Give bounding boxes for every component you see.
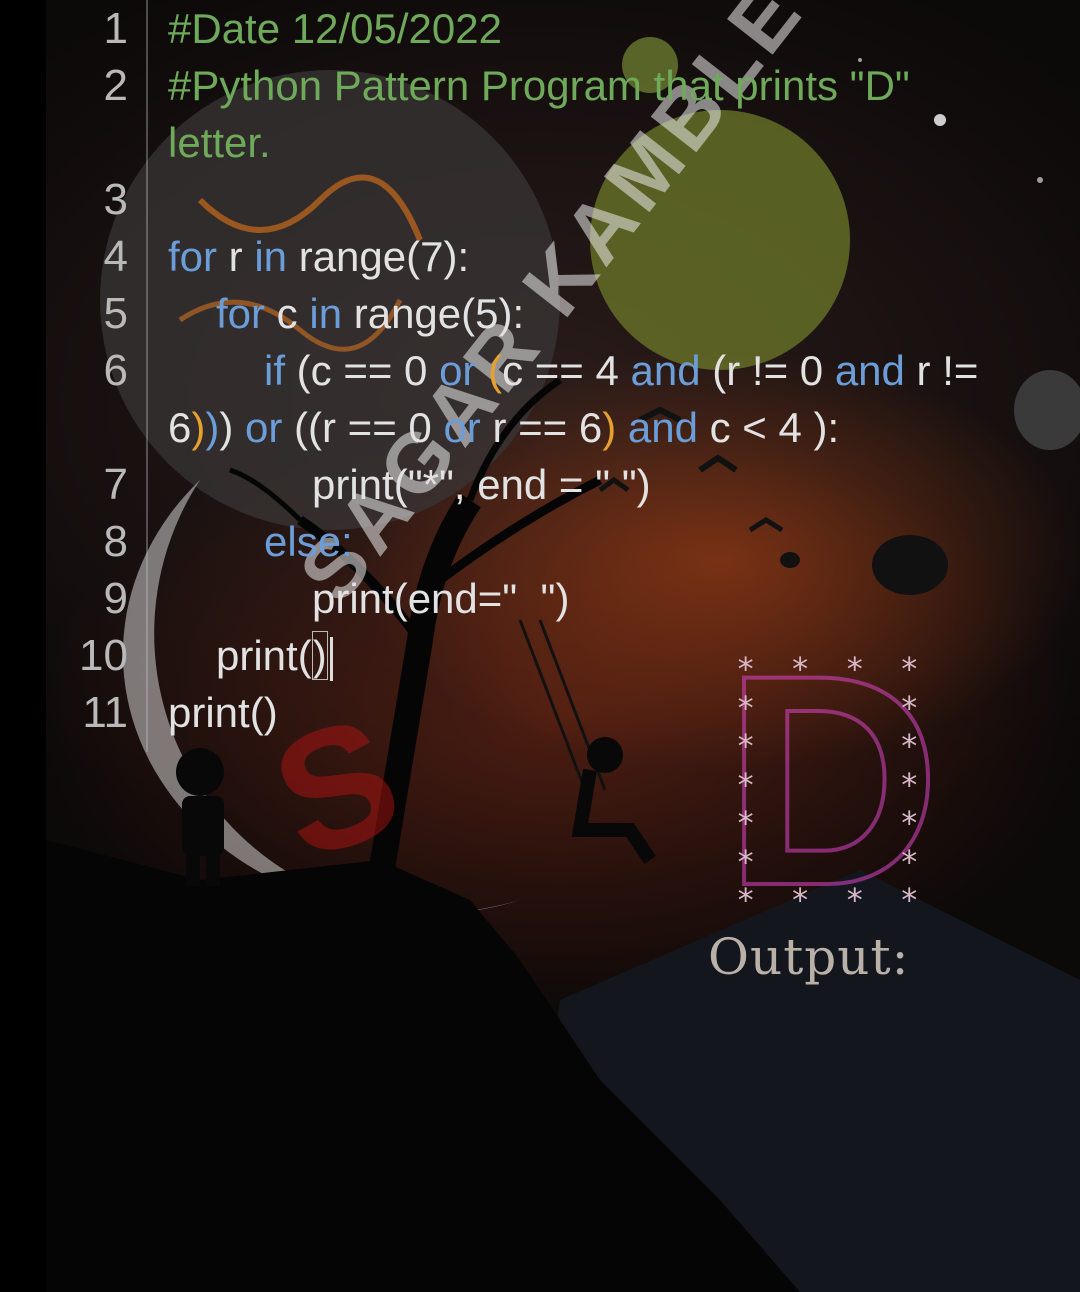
code-line-4[interactable]: for r in range(7): bbox=[168, 228, 469, 285]
code-text: r == 0 bbox=[322, 404, 444, 451]
line-number: 9 bbox=[103, 574, 128, 623]
output-row: * * bbox=[736, 688, 927, 727]
code-line-5[interactable]: for c in range(5): bbox=[216, 285, 524, 342]
output-label: Output: bbox=[708, 928, 910, 986]
code-line-7[interactable]: print("*", end = " ") bbox=[312, 456, 651, 513]
code-text: (r != 0 bbox=[700, 347, 835, 394]
paren: ) bbox=[205, 404, 220, 451]
output-row: * * bbox=[736, 804, 927, 842]
paren: ( bbox=[488, 347, 503, 394]
code-text: range(5): bbox=[342, 290, 525, 337]
line-number: 5 bbox=[103, 289, 128, 338]
code-text: r == 6 bbox=[480, 404, 603, 451]
keyword: if bbox=[264, 347, 285, 394]
output-pattern: * * * * * * * * * * * * * * * * * * bbox=[736, 650, 927, 920]
line-number: 4 bbox=[103, 232, 128, 281]
screen: S SAGAR KAMBLE 1 2 3 4 5 6 7 8 9 10 11 #… bbox=[0, 0, 1080, 1292]
keyword: and bbox=[834, 347, 905, 394]
keyword: for bbox=[216, 290, 266, 337]
code-line-11[interactable]: print() bbox=[168, 684, 278, 741]
keyword: or bbox=[443, 404, 481, 451]
line-number: 2 bbox=[103, 61, 128, 110]
output-row: * * bbox=[736, 727, 927, 765]
code-line-10[interactable]: print() bbox=[216, 627, 333, 684]
line-number: 11 bbox=[82, 688, 128, 737]
output-row: * * bbox=[736, 765, 927, 804]
code-text: (( bbox=[282, 404, 323, 451]
line-number: 7 bbox=[103, 460, 128, 509]
code-line-6[interactable]: if (c == 0 or (c == 4 and (r != 0 and r … bbox=[264, 342, 978, 399]
keyword: in bbox=[309, 290, 343, 337]
line-number: 1 bbox=[103, 4, 128, 53]
line-number: 6 bbox=[103, 346, 128, 395]
code-line-8[interactable]: else: bbox=[264, 513, 353, 570]
line-number: 10 bbox=[79, 631, 128, 680]
code-text: r bbox=[217, 233, 255, 280]
paren: ) bbox=[191, 404, 206, 451]
text-cursor bbox=[329, 636, 333, 681]
bird-icon bbox=[748, 517, 784, 533]
code-line-1[interactable]: #Date 12/05/2022 bbox=[168, 0, 502, 57]
left-edge bbox=[0, 0, 46, 1292]
code-line-6-wrap[interactable]: 6))) or ((r == 0 or r == 6) and c < 4 ): bbox=[168, 399, 839, 456]
keyword: and bbox=[627, 404, 698, 451]
code-text: print( bbox=[216, 632, 312, 679]
asteroid-icon bbox=[1014, 370, 1080, 450]
code-text: c bbox=[265, 290, 310, 337]
matched-bracket: ) bbox=[311, 631, 328, 680]
keyword: or bbox=[439, 347, 477, 394]
line-number: 8 bbox=[103, 517, 128, 566]
code-text: c < 4 ): bbox=[697, 404, 840, 451]
output-row: * * * * bbox=[736, 881, 927, 919]
keyword: and bbox=[630, 347, 701, 394]
gutter-divider bbox=[146, 0, 148, 752]
keyword: for bbox=[168, 233, 218, 280]
code-text: range(7): bbox=[287, 233, 470, 280]
paren: ) bbox=[602, 404, 617, 451]
code-line-9[interactable]: print(end=" ") bbox=[312, 570, 569, 627]
code-text: ) bbox=[219, 404, 246, 451]
keyword: in bbox=[254, 233, 288, 280]
girl-silhouette-icon bbox=[587, 737, 623, 773]
line-number: 3 bbox=[103, 175, 128, 224]
keyword: or bbox=[245, 404, 283, 451]
code-text: c == 4 bbox=[502, 347, 631, 394]
code-text: r != bbox=[904, 347, 979, 394]
bird-icon bbox=[698, 454, 738, 473]
output-row: * * * * bbox=[736, 650, 927, 688]
code-line-2-wrap[interactable]: letter. bbox=[168, 114, 271, 171]
boy-silhouette-icon bbox=[176, 748, 224, 796]
output-row: * * bbox=[736, 842, 927, 881]
code-line-2[interactable]: #Python Pattern Program that prints "D" bbox=[168, 57, 910, 114]
code-text: 6 bbox=[168, 404, 192, 451]
code-text: (c == 0 bbox=[285, 347, 440, 394]
asteroid-icon bbox=[872, 535, 948, 595]
